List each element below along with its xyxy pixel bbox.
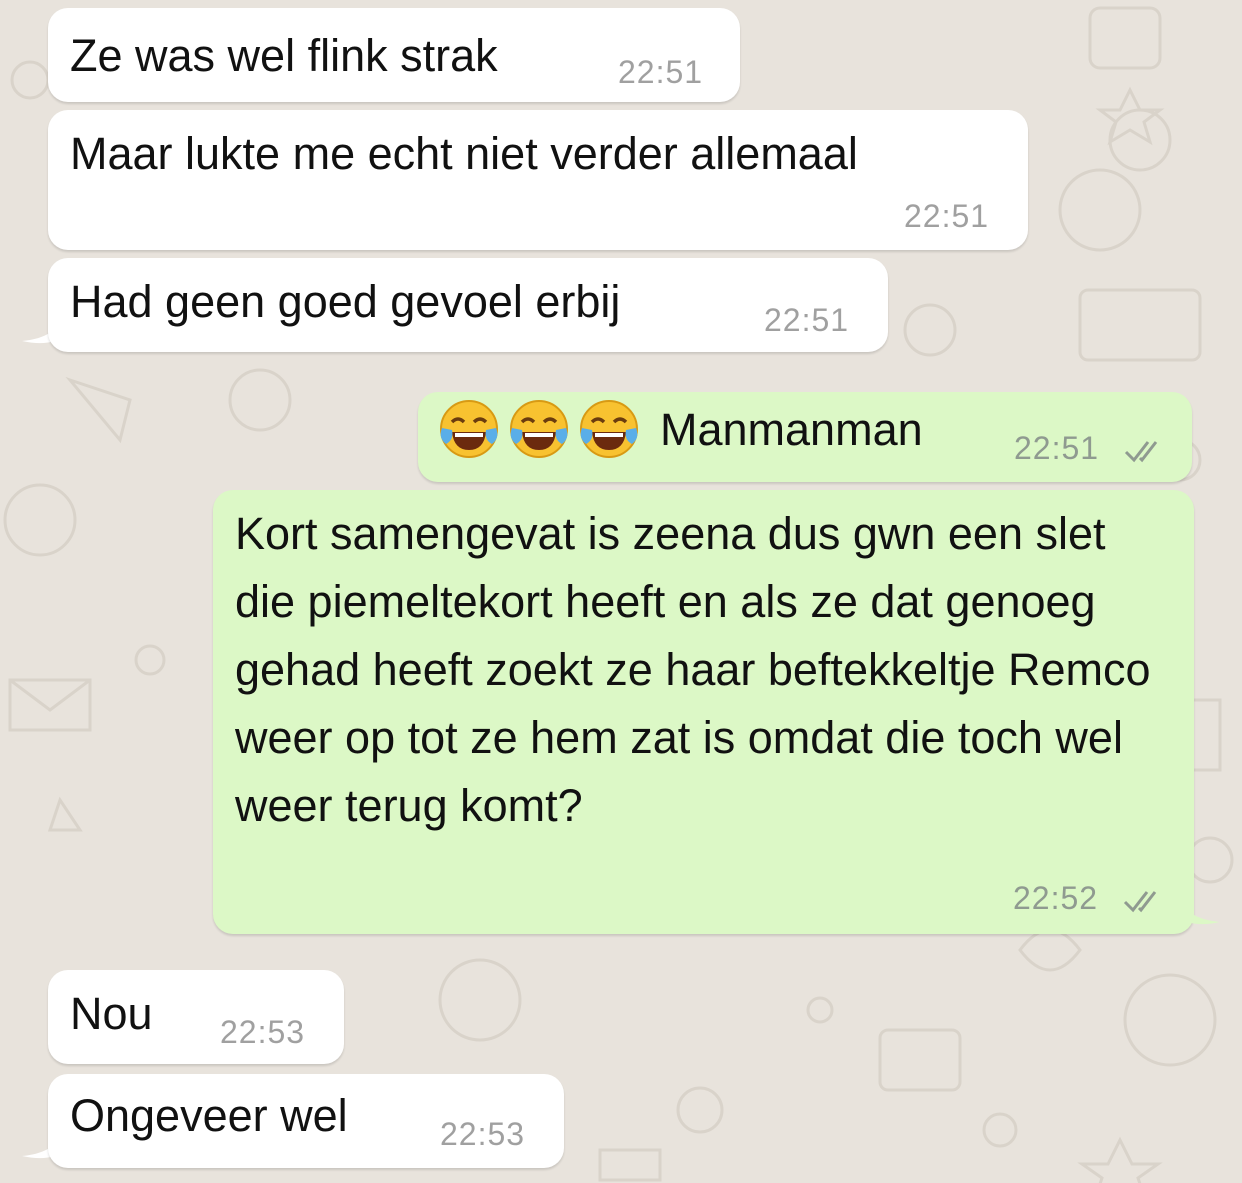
incoming-message-3[interactable]: Had geen goed gevoel erbij 22:51 [48, 258, 888, 352]
message-timestamp: 22:53 [220, 1014, 306, 1050]
outgoing-message-2[interactable]: Kort samengevat is zeena dus gwn een sle… [213, 490, 1194, 934]
incoming-message-5[interactable]: Ongeveer wel 22:53 [48, 1074, 564, 1168]
double-check-icon [1124, 441, 1158, 463]
message-text: Nou [70, 988, 153, 1039]
double-check-icon [1123, 891, 1157, 913]
message-timestamp: 22:51 [904, 198, 990, 234]
face-with-tears-of-joy-emoji [580, 400, 638, 458]
message-text: Ze was wel flink strak [70, 30, 498, 81]
message-text: Had geen goed gevoel erbij [70, 276, 621, 327]
message-timestamp: 22:51 [618, 54, 704, 90]
incoming-message-4[interactable]: Nou 22:53 [48, 970, 344, 1064]
face-with-tears-of-joy-emoji [510, 400, 568, 458]
incoming-message-1[interactable]: Ze was wel flink strak 22:51 [48, 8, 740, 102]
message-timestamp: 22:51 [764, 302, 850, 338]
outgoing-message-1[interactable]: Manmanman 22:51 [418, 392, 1192, 482]
message-timestamp: 22:52 [1013, 880, 1099, 916]
message-text: Manmanman [660, 404, 923, 455]
incoming-message-2[interactable]: Maar lukte me echt niet verder allemaal … [48, 110, 1028, 250]
message-text: Maar lukte me echt niet verder allemaal [70, 128, 858, 179]
message-timestamp: 22:51 [1014, 430, 1100, 466]
face-with-tears-of-joy-emoji [440, 400, 498, 458]
bubble-tail [1180, 896, 1220, 925]
message-text: Kort samengevat is zeena dus gwn een sle… [235, 508, 1151, 831]
message-text: Ongeveer wel [70, 1090, 348, 1141]
message-timestamp: 22:53 [440, 1116, 526, 1152]
